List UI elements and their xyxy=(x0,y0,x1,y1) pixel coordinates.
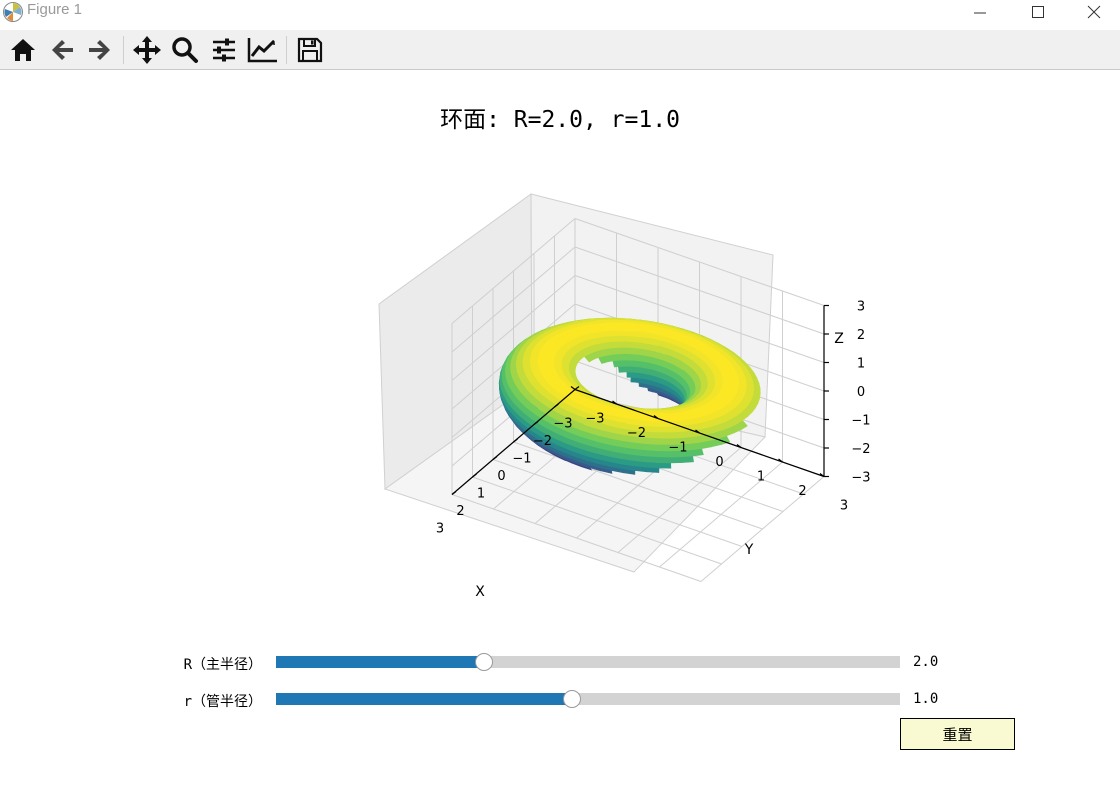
torus-facet xyxy=(652,420,665,427)
y-tick-label: 2 xyxy=(798,484,806,499)
y-axis-label: Y xyxy=(744,542,754,558)
y-tick-label: 3 xyxy=(840,499,848,514)
torus-facet xyxy=(656,437,669,445)
torus-facet xyxy=(665,431,678,439)
torus-facet xyxy=(635,419,646,427)
x-tick-label: 1 xyxy=(477,487,485,502)
torus-facet xyxy=(537,363,547,369)
slider-r-value: 1.0 xyxy=(913,691,939,707)
torus-facet xyxy=(646,455,660,464)
torus-facet xyxy=(638,366,644,374)
slider-R[interactable] xyxy=(276,653,900,671)
torus-facet xyxy=(529,354,539,361)
torus-facet xyxy=(638,360,645,368)
torus-facet xyxy=(721,374,731,380)
x-tick-label: −3 xyxy=(553,417,572,432)
torus-facet xyxy=(633,353,640,362)
torus-facet xyxy=(645,437,658,445)
torus-facet xyxy=(643,361,649,369)
torus-facet xyxy=(617,365,624,373)
x-tick-label: −1 xyxy=(512,452,531,467)
torus-facet xyxy=(630,376,636,383)
torus-facet xyxy=(643,415,654,422)
x-tick-label: 2 xyxy=(456,504,464,519)
z-tick-label: −1 xyxy=(851,414,870,429)
torus-facet xyxy=(645,443,659,452)
torus-facet xyxy=(634,371,640,379)
y-tick-label: −3 xyxy=(585,412,604,427)
slider-r-handle[interactable] xyxy=(562,690,581,708)
reset-button[interactable]: 重置 xyxy=(900,718,1015,750)
torus-facet xyxy=(630,371,636,378)
z-tick-label: 1 xyxy=(857,357,865,372)
y-tick-label: 0 xyxy=(715,455,723,470)
torus-facet xyxy=(634,359,640,368)
z-tick-label: 3 xyxy=(857,300,865,315)
torus-facet xyxy=(639,331,648,339)
x-tick-label: 0 xyxy=(497,469,505,484)
torus-facet xyxy=(645,430,657,439)
slider-R-value: 2.0 xyxy=(913,654,939,670)
torus-facet xyxy=(632,330,641,338)
x-axis-label: X xyxy=(475,584,485,600)
torus-facet xyxy=(654,425,666,433)
torus-facet xyxy=(658,462,672,469)
torus-facet xyxy=(638,354,645,362)
slider-R-label: R（主半径） xyxy=(183,657,262,673)
torus-facet xyxy=(537,359,546,365)
torus-facet xyxy=(658,456,672,464)
torus-3d-plot[interactable]: −3 −3−3−2−2−2−1−1−1000111222333 X Y Z xyxy=(0,0,1120,810)
torus-facet xyxy=(714,378,723,384)
torus-facet xyxy=(634,377,640,383)
torus-facet xyxy=(646,449,659,458)
slider-r[interactable] xyxy=(276,690,900,708)
y-tick-label: −1 xyxy=(668,441,687,456)
z-tick-label: −2 xyxy=(851,442,870,457)
z-axis-label: Z xyxy=(834,331,844,347)
slider-R-handle[interactable] xyxy=(474,653,493,671)
torus-facet xyxy=(645,337,654,345)
x-tick-label: 3 xyxy=(436,522,444,537)
torus-facet xyxy=(630,365,636,373)
torus-facet xyxy=(681,455,694,463)
slider-r-fill xyxy=(276,693,572,705)
torus-facet xyxy=(669,456,683,464)
torus-facet xyxy=(655,431,668,439)
z-tick-label: 0 xyxy=(857,385,865,400)
z-tick-label: −3 xyxy=(851,471,870,486)
x-tick-label: −2 xyxy=(533,434,552,449)
torus-facet xyxy=(638,347,646,356)
torus-facet xyxy=(634,366,640,374)
slider-R-fill xyxy=(276,656,484,668)
torus-facet xyxy=(633,341,640,349)
torus-facet xyxy=(626,371,632,378)
torus-facet xyxy=(632,335,641,343)
z-tick-label: 2 xyxy=(857,328,865,343)
torus-facet xyxy=(638,372,644,379)
torus-facet xyxy=(644,425,656,433)
torus-facet xyxy=(625,418,637,426)
y-tick-label: −2 xyxy=(627,426,646,441)
torus-facet xyxy=(713,382,723,387)
y-tick-label: 1 xyxy=(757,470,765,485)
slider-r-label: r（管半径） xyxy=(183,694,262,710)
torus-facet xyxy=(633,347,640,355)
